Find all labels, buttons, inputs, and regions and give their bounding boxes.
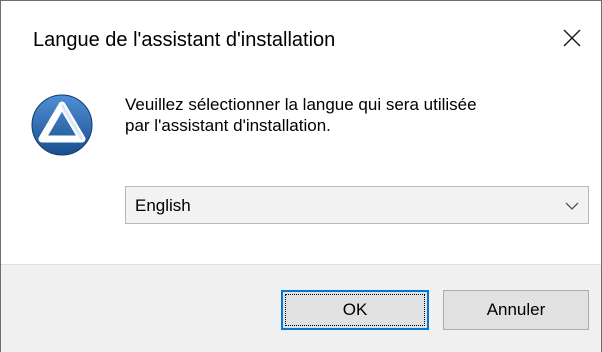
close-icon	[562, 28, 582, 48]
installer-logo-icon	[31, 94, 93, 156]
dialog-footer: OK Annuler	[1, 264, 601, 352]
instruction-line-1: Veuillez sélectionner la langue qui sera…	[125, 95, 477, 114]
title-bar[interactable]: Langue de l'assistant d'installation	[1, 1, 601, 83]
instruction-text: Veuillez sélectionner la langue qui sera…	[125, 94, 575, 136]
instruction-line-2: par l'assistant d'installation.	[125, 116, 331, 135]
ok-button-label: OK	[285, 294, 425, 326]
close-button[interactable]	[543, 1, 601, 75]
ok-button[interactable]: OK	[281, 290, 429, 330]
dialog-title: Langue de l'assistant d'installation	[33, 29, 336, 51]
language-dialog: Langue de l'assistant d'installation Veu…	[0, 0, 602, 352]
dialog-content: Veuillez sélectionner la langue qui sera…	[1, 83, 601, 263]
cancel-button[interactable]: Annuler	[443, 290, 589, 330]
language-select[interactable]: English	[125, 186, 589, 224]
chevron-down-icon	[564, 199, 580, 213]
language-select-value: English	[135, 196, 191, 215]
